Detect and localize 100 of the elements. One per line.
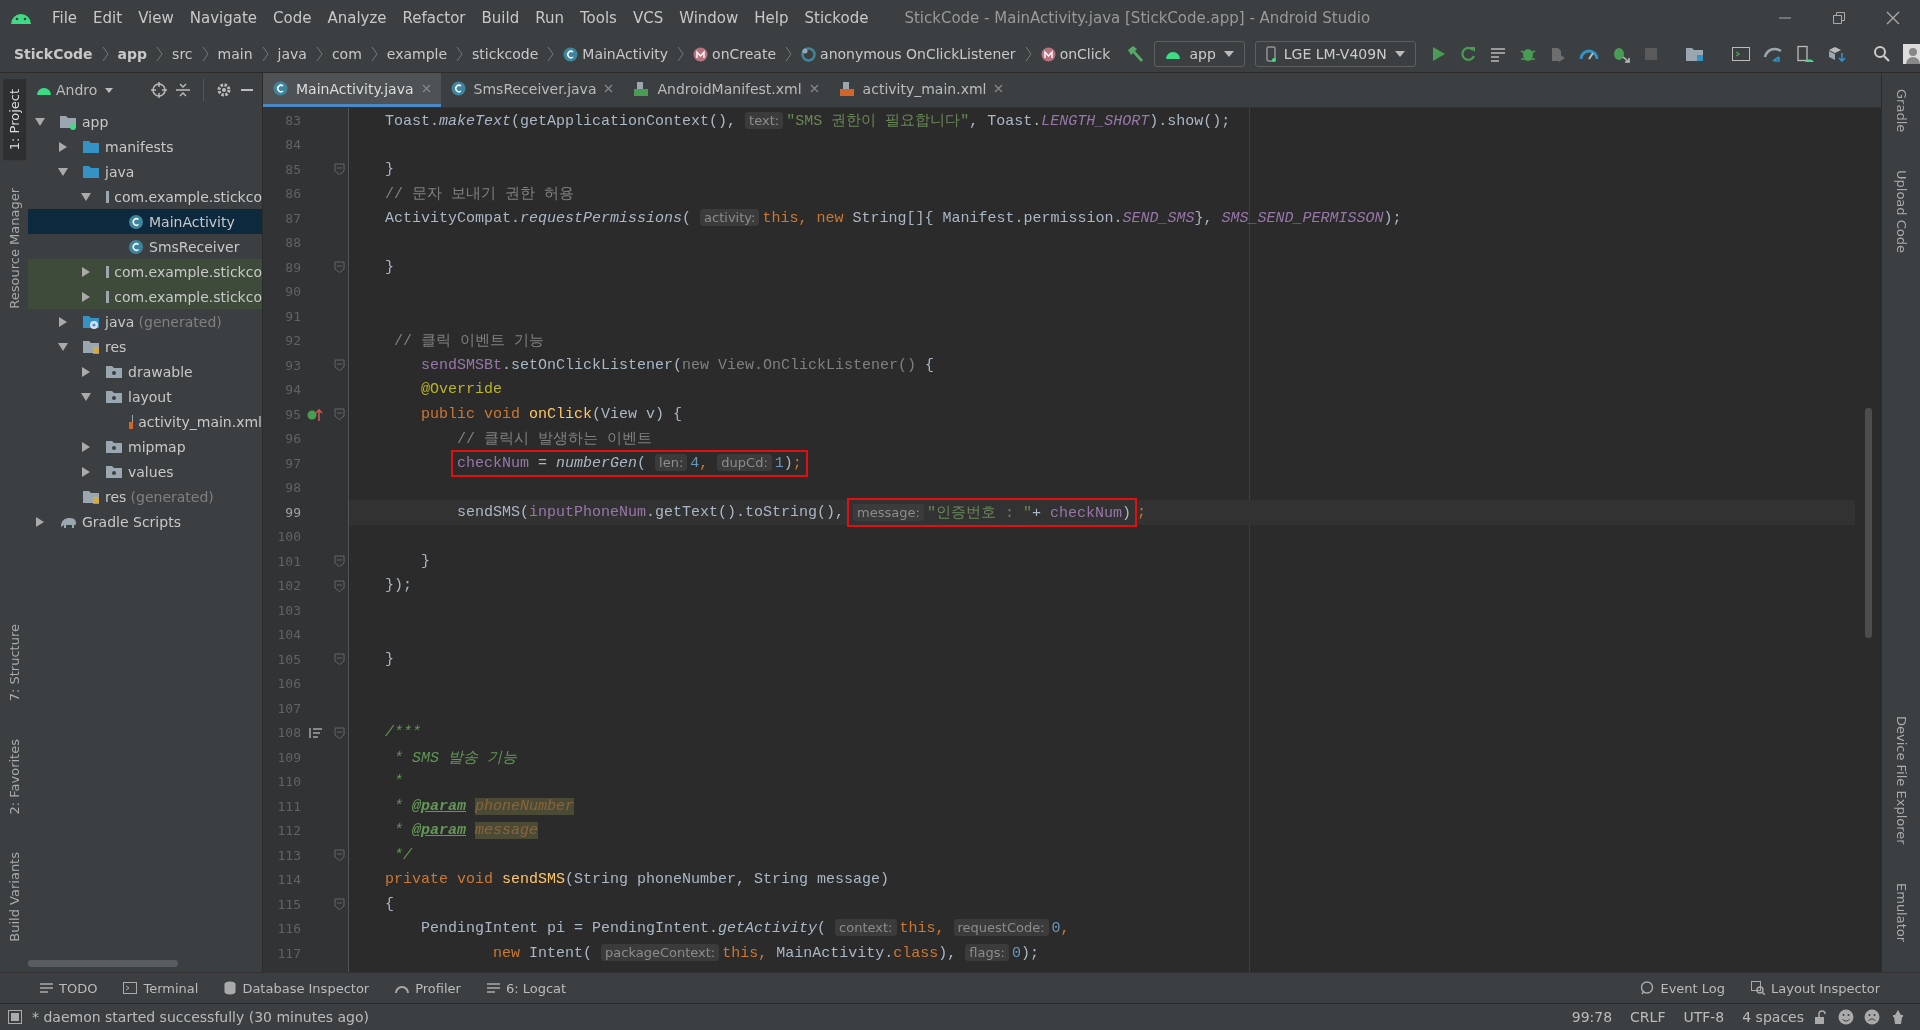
tool-window-button[interactable]: Terminal	[123, 980, 199, 996]
menu-item[interactable]: File	[44, 9, 86, 27]
tree-item[interactable]: app	[28, 109, 262, 134]
tree-item[interactable]: Gradle Scripts	[28, 509, 262, 534]
scrollbar-thumb[interactable]	[1865, 408, 1872, 638]
close-icon[interactable]	[994, 84, 1004, 93]
smiley-icon[interactable]	[1838, 1009, 1854, 1025]
tree-item[interactable]: java (generated)	[28, 309, 262, 334]
override-marker-icon[interactable]	[307, 407, 325, 422]
lock-icon[interactable]	[1814, 1010, 1828, 1024]
tool-window-tab[interactable]: Build Variants	[2, 842, 26, 952]
run-configuration-dropdown[interactable]: app	[1154, 41, 1245, 67]
tree-item[interactable]: res (generated)	[28, 484, 262, 509]
menu-item[interactable]: Edit	[85, 9, 131, 27]
menu-item[interactable]: Navigate	[181, 9, 266, 27]
caret-position[interactable]: 99:78	[1571, 1009, 1613, 1025]
tool-window-tab[interactable]: 7: Structure	[2, 613, 26, 711]
search-icon[interactable]	[1872, 45, 1891, 63]
expand-arrow-icon[interactable]	[80, 390, 92, 403]
breadcrumb-item[interactable]: app	[117, 46, 148, 62]
indent-setting[interactable]: 4 spaces	[1742, 1009, 1804, 1025]
lines-icon[interactable]	[1488, 45, 1507, 63]
tree-item[interactable]: java	[28, 159, 262, 184]
caret-icon[interactable]	[105, 87, 114, 93]
menu-item[interactable]: VCS	[624, 9, 672, 27]
tool-window-tab[interactable]: Gradle	[1889, 79, 1913, 143]
expand-arrow-icon[interactable]	[57, 140, 69, 153]
apply-changes-icon[interactable]	[1458, 45, 1477, 63]
fold-marker-icon[interactable]	[334, 163, 345, 176]
tool-window-tab[interactable]: 2: Favorites	[2, 728, 26, 825]
fold-marker-icon[interactable]	[334, 653, 345, 666]
fold-marker-icon[interactable]	[334, 555, 345, 568]
inspector-icon[interactable]	[1890, 1009, 1906, 1025]
editor-tab[interactable]: SmsReceiver.java	[440, 73, 624, 107]
tree-item[interactable]: manifests	[28, 134, 262, 159]
menu-item[interactable]: Window	[671, 9, 747, 27]
collapse-all-icon[interactable]	[175, 82, 191, 98]
restore-icon[interactable]	[1832, 11, 1846, 25]
fold-marker-icon[interactable]	[334, 359, 345, 372]
breadcrumb-item[interactable]: com	[331, 46, 362, 62]
tool-window-button[interactable]: Database Inspector	[224, 980, 370, 996]
tree-item[interactable]: com.example.stickco	[28, 259, 262, 284]
tree-item[interactable]: mipmap	[28, 434, 262, 459]
tool-window-button[interactable]: 6: Logcat	[486, 980, 567, 996]
breadcrumb-item[interactable]: onClick	[1040, 46, 1111, 62]
settings-icon[interactable]	[216, 82, 232, 98]
panel-toggle-icon[interactable]	[8, 1010, 22, 1024]
fold-marker-icon[interactable]	[334, 898, 345, 911]
expand-arrow-icon[interactable]	[80, 465, 92, 478]
close-icon[interactable]	[604, 84, 614, 93]
menu-item[interactable]: Analyze	[319, 9, 395, 27]
menu-item[interactable]: Refactor	[394, 9, 474, 27]
breadcrumb-item[interactable]: MainActivity	[563, 46, 669, 62]
tool-window-button[interactable]: TODO	[40, 980, 98, 996]
fold-marker-icon[interactable]	[334, 726, 345, 739]
editor-tab[interactable]: MainActivity.java	[263, 73, 441, 107]
tool-window-tab[interactable]: 1: Project	[2, 79, 26, 161]
device-manager-icon[interactable]	[1794, 45, 1815, 63]
tool-window-tab[interactable]: Emulator	[1889, 872, 1913, 952]
tool-window-tab[interactable]: Device File Explorer	[1889, 706, 1913, 855]
expand-arrow-icon[interactable]	[80, 290, 92, 303]
expand-arrow-icon[interactable]	[80, 365, 92, 378]
tree-item[interactable]: com.example.stickco	[28, 284, 262, 309]
folder-icon[interactable]	[1684, 45, 1705, 63]
tool-window-tab[interactable]: Resource Manager	[2, 178, 26, 319]
sad-face-icon[interactable]	[1864, 1009, 1880, 1025]
tool-window-tab[interactable]: Upload Code	[1889, 160, 1913, 264]
line-ending[interactable]: CRLF	[1630, 1009, 1666, 1025]
tree-item[interactable]: values	[28, 459, 262, 484]
tool-window-button[interactable]: Profiler	[395, 980, 461, 996]
hammer-icon[interactable]	[1125, 44, 1146, 64]
target-icon[interactable]	[151, 82, 167, 98]
breadcrumb-item[interactable]: stickcode	[472, 46, 539, 62]
file-encoding[interactable]: UTF-8	[1683, 1009, 1725, 1025]
tool-window-button[interactable]: Layout Inspector	[1751, 980, 1880, 996]
expand-arrow-icon[interactable]	[80, 440, 92, 453]
breadcrumb-item[interactable]: anonymous OnClickListener	[801, 46, 1016, 62]
breadcrumb-item[interactable]: java	[277, 46, 307, 62]
menu-item[interactable]: View	[130, 9, 182, 27]
menu-item[interactable]: Run	[527, 9, 572, 27]
tree-item[interactable]: com.example.stickco	[28, 184, 262, 209]
tree-item[interactable]: SmsReceiver	[28, 234, 262, 259]
fold-marker-icon[interactable]	[334, 579, 345, 592]
fold-marker-icon[interactable]	[334, 408, 345, 421]
expand-arrow-icon[interactable]	[34, 515, 46, 528]
tree-item[interactable]: MainActivity	[28, 209, 262, 234]
doc-render-icon[interactable]	[309, 726, 323, 739]
menu-item[interactable]: Stickode	[796, 9, 877, 27]
close-icon[interactable]	[1886, 11, 1900, 25]
breadcrumb-item[interactable]: main	[217, 46, 253, 62]
tree-item[interactable]: drawable	[28, 359, 262, 384]
menu-item[interactable]: Help	[746, 9, 797, 27]
editor-tab[interactable]: AndroidManifest.xml	[623, 73, 829, 107]
avatar-icon[interactable]	[1902, 44, 1920, 64]
console-icon[interactable]	[1730, 45, 1751, 63]
breadcrumb-item[interactable]: onCreate	[693, 46, 777, 62]
breadcrumb-item[interactable]: StickCode	[14, 46, 93, 62]
expand-arrow-icon[interactable]	[57, 165, 69, 178]
fold-marker-icon[interactable]	[334, 849, 345, 862]
expand-arrow-icon[interactable]	[34, 115, 46, 128]
